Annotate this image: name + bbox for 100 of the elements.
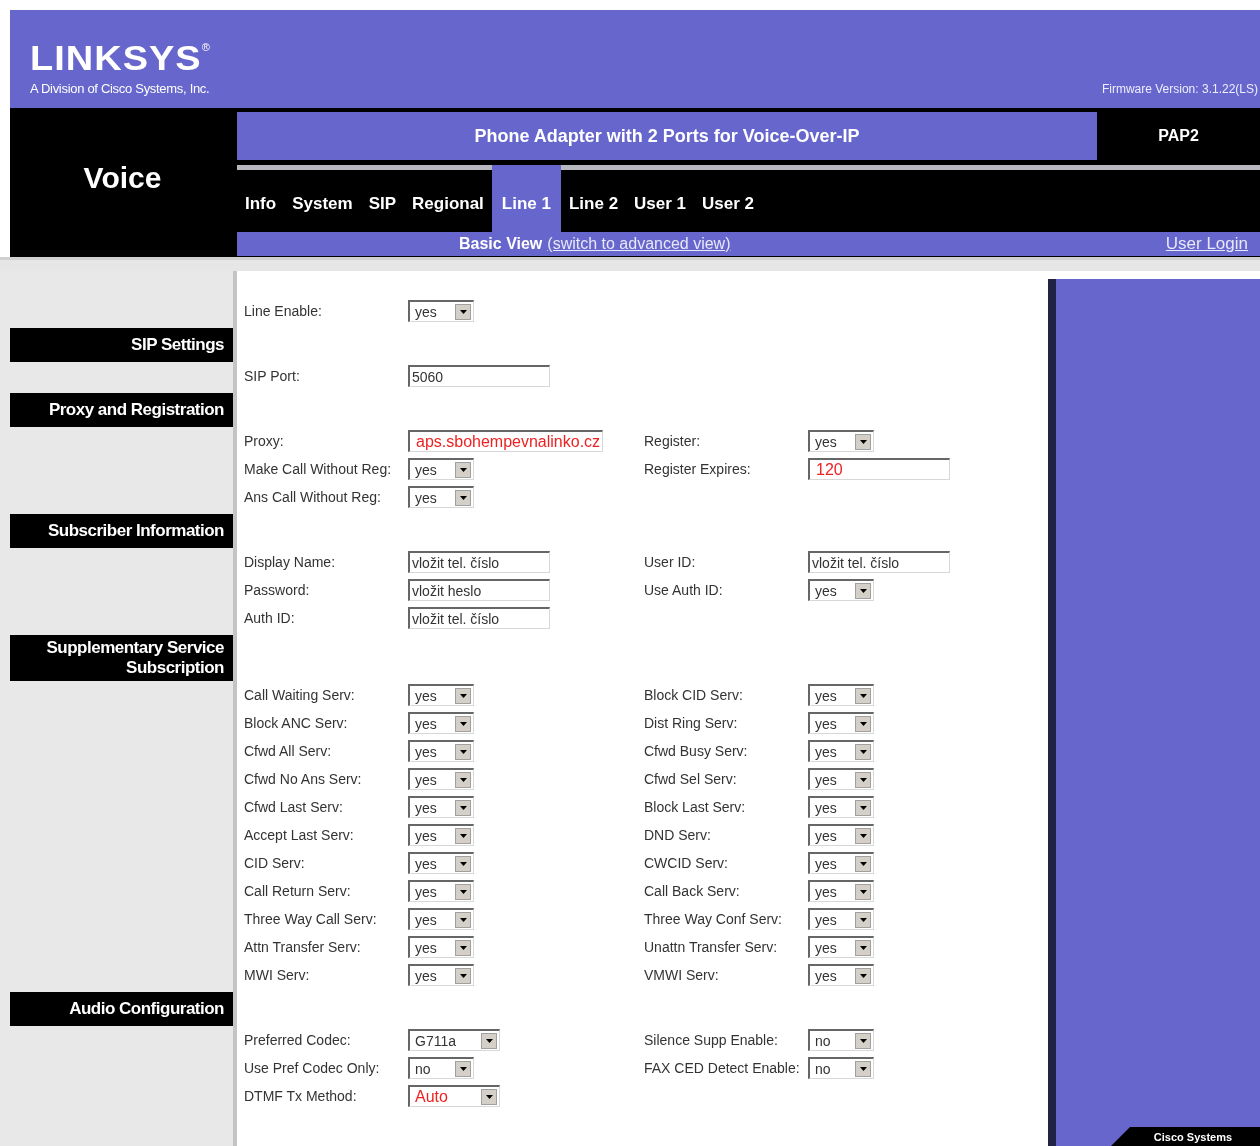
field-label: Call Return Serv: [244, 883, 352, 899]
field-label: Cfwd Sel Serv: [644, 771, 738, 787]
field-label: Unattn Transfer Serv: [644, 939, 779, 955]
field-label: Auth ID: [244, 610, 296, 626]
field-label: Password: [244, 582, 311, 598]
section-header: Audio Configuration [10, 992, 233, 1026]
brand-logo: LINKSYS [30, 42, 202, 73]
dropdown[interactable]: yes [408, 684, 474, 706]
field-label: Preferred Codec: [244, 1032, 352, 1048]
dropdown[interactable]: yes [408, 824, 474, 846]
field-label: Cfwd No Ans Serv: [244, 771, 363, 787]
field-label: Line Enable: [244, 303, 323, 319]
dropdown[interactable]: yes [808, 824, 874, 846]
field-label: CID Serv: [244, 855, 306, 871]
text-field[interactable]: vložit tel. číslo [408, 551, 550, 573]
footer-badge: Cisco Systems [1110, 1127, 1260, 1146]
field-label: Silence Supp Enable: [644, 1032, 779, 1048]
registered-mark: ® [201, 40, 210, 53]
field-label: Cfwd Busy Serv: [644, 743, 749, 759]
nav-tab[interactable]: User 2 [694, 170, 763, 232]
nav-tab[interactable]: User 1 [626, 170, 695, 232]
dropdown[interactable]: Auto [408, 1085, 500, 1107]
dropdown[interactable]: yes [408, 796, 474, 818]
field-label: Call Waiting Serv: [244, 687, 356, 703]
text-field[interactable]: vložit tel. číslo [808, 551, 950, 573]
field-label: Call Back Serv: [644, 883, 741, 899]
text-field[interactable]: 5060 [408, 365, 550, 387]
field-label: Register: [644, 433, 702, 449]
dropdown[interactable]: yes [408, 908, 474, 930]
field-label: Cfwd Last Serv: [244, 799, 344, 815]
field-label: VMWI Serv: [644, 967, 720, 983]
product-title: Phone Adapter with 2 Ports for Voice-Over-IP [474, 124, 860, 148]
dropdown[interactable]: yes [408, 300, 474, 322]
dropdown[interactable]: yes [808, 430, 874, 452]
field-label: Cfwd All Serv: [244, 743, 333, 759]
dropdown[interactable]: yes [808, 908, 874, 930]
dropdown[interactable]: yes [408, 486, 474, 508]
dropdown[interactable]: yes [808, 880, 874, 902]
field-label: User ID: [644, 554, 697, 570]
dropdown[interactable]: G711a [408, 1029, 500, 1051]
firmware-version: Firmware Version: 3.1.22(LS) [1101, 81, 1258, 98]
field-label: Display Name: [244, 554, 337, 570]
nav-tab[interactable]: SIP [360, 170, 405, 232]
field-label: Register Expires: [644, 461, 752, 477]
field-label: Ans Call Without Reg: [244, 489, 382, 505]
field-label: Attn Transfer Serv: [244, 939, 362, 955]
field-label: CWCID Serv: [644, 855, 729, 871]
dropdown[interactable]: yes [808, 936, 874, 958]
nav-tab[interactable]: Info [237, 170, 285, 232]
dropdown[interactable]: yes [408, 458, 474, 480]
field-label: Accept Last Serv: [244, 827, 355, 843]
user-login-link[interactable]: User Login [1165, 231, 1248, 257]
field-label: Dist Ring Serv: [644, 715, 739, 731]
dropdown[interactable]: yes [808, 964, 874, 986]
text-field[interactable]: 120 [808, 458, 950, 480]
dropdown[interactable]: yes [808, 579, 874, 601]
nav-tab[interactable]: Regional [404, 170, 492, 232]
nav-tab[interactable]: Line 1 [491, 165, 561, 232]
text-field[interactable]: vložit heslo [408, 579, 550, 601]
field-label: MWI Serv: [244, 967, 311, 983]
brand-tagline: A Division of Cisco Systems, Inc. [30, 79, 210, 98]
dropdown[interactable]: no [408, 1057, 474, 1079]
dropdown[interactable]: yes [408, 964, 474, 986]
dropdown[interactable]: no [808, 1057, 874, 1079]
dropdown[interactable]: yes [808, 712, 874, 734]
dropdown[interactable]: yes [408, 740, 474, 762]
field-label: Use Pref Codec Only: [244, 1060, 381, 1076]
field-label: Three Way Conf Serv: [644, 911, 783, 927]
text-field[interactable]: aps.sbohempevnalinko.cz [408, 430, 604, 452]
section-header: Subscriber Information [10, 514, 233, 548]
dropdown[interactable]: yes [808, 684, 874, 706]
field-label: Proxy: [244, 433, 285, 449]
section-header: Proxy and Registration [10, 393, 233, 427]
field-label: Make Call Without Reg: [244, 461, 393, 477]
section-title: Voice [83, 160, 162, 196]
current-view: Basic View [459, 234, 543, 254]
section-header: SIP Settings [10, 328, 233, 362]
dropdown[interactable]: no [808, 1029, 874, 1051]
field-label: Use Auth ID: [644, 582, 724, 598]
dropdown[interactable]: yes [808, 768, 874, 790]
field-label: Three Way Call Serv: [244, 911, 378, 927]
dropdown[interactable]: yes [408, 936, 474, 958]
section-header: Supplementary Service Subscription [10, 635, 233, 681]
advanced-view-link[interactable]: (switch to advanced view) [547, 232, 731, 256]
text-field[interactable]: vložit tel. číslo [408, 607, 550, 629]
dropdown[interactable]: yes [408, 768, 474, 790]
dropdown[interactable]: yes [808, 796, 874, 818]
nav-tab[interactable]: Line 2 [560, 170, 627, 232]
field-label: SIP Port: [244, 368, 301, 384]
dropdown[interactable]: yes [408, 880, 474, 902]
dropdown[interactable]: yes [408, 852, 474, 874]
model-name: PAP2 [1158, 126, 1199, 146]
dropdown[interactable]: yes [408, 712, 474, 734]
nav-tab[interactable]: System [284, 170, 361, 232]
field-label: FAX CED Detect Enable: [644, 1060, 801, 1076]
field-label: Block CID Serv: [644, 687, 744, 703]
dropdown[interactable]: yes [808, 740, 874, 762]
field-label: Block ANC Serv: [244, 715, 349, 731]
field-label: Block Last Serv: [644, 799, 747, 815]
dropdown[interactable]: yes [808, 852, 874, 874]
